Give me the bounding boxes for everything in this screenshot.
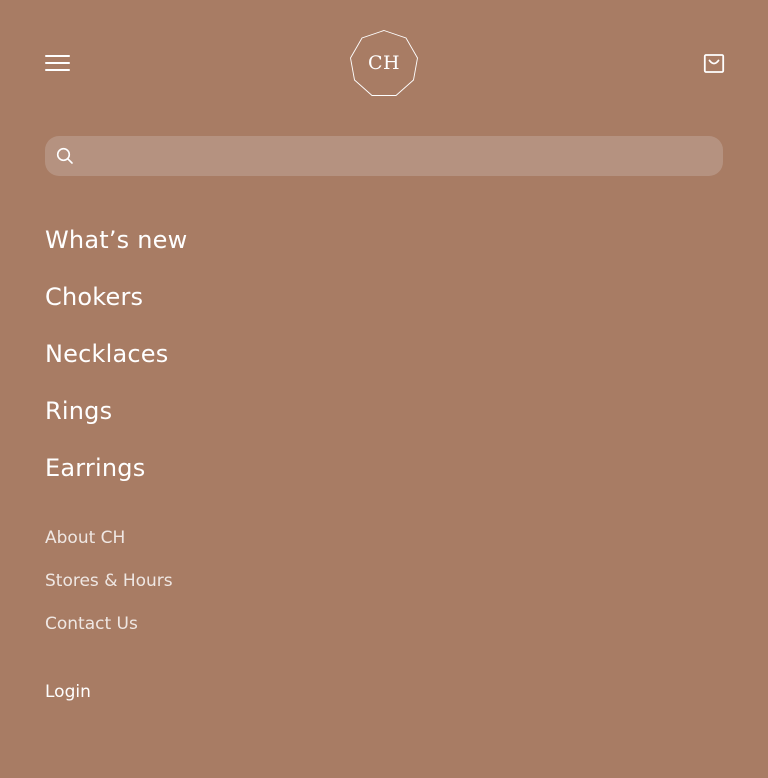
nav-item-earrings: Earrings: [45, 448, 187, 505]
nav-link-chokers[interactable]: Chokers: [45, 277, 143, 317]
nav-link-necklaces[interactable]: Necklaces: [45, 334, 168, 374]
nav-link-earrings[interactable]: Earrings: [45, 448, 145, 488]
nav-link-rings[interactable]: Rings: [45, 391, 112, 431]
search-bar: [45, 136, 723, 176]
login-link[interactable]: Login: [45, 678, 91, 706]
nav-item-stores-hours: Stores & Hours: [45, 567, 173, 610]
nav-item-contact: Contact Us: [45, 610, 173, 653]
nav-item-chokers: Chokers: [45, 277, 187, 334]
nav-item-rings: Rings: [45, 391, 187, 448]
logo-text: CH: [367, 52, 401, 74]
site-header: CH: [0, 0, 768, 130]
logo[interactable]: CH: [349, 29, 419, 97]
hamburger-menu-icon: [45, 55, 70, 57]
nav-link-contact[interactable]: Contact Us: [45, 610, 138, 638]
nav-item-necklaces: Necklaces: [45, 334, 187, 391]
nav-item-whats-new: What’s new: [45, 220, 187, 277]
primary-nav-list: What’s new Chokers Necklaces Rings Earri…: [45, 220, 187, 505]
secondary-nav-list: About CH Stores & Hours Contact Us: [45, 524, 173, 653]
nav-link-whats-new[interactable]: What’s new: [45, 220, 187, 260]
nav-link-stores-hours[interactable]: Stores & Hours: [45, 567, 173, 595]
search-input[interactable]: [85, 136, 705, 176]
cart-button[interactable]: [703, 52, 725, 74]
menu-button[interactable]: [45, 52, 71, 74]
shopping-bag-icon: [703, 54, 725, 73]
nav-item-about: About CH: [45, 524, 173, 567]
nav-link-about[interactable]: About CH: [45, 524, 125, 552]
search-icon[interactable]: [56, 147, 74, 165]
